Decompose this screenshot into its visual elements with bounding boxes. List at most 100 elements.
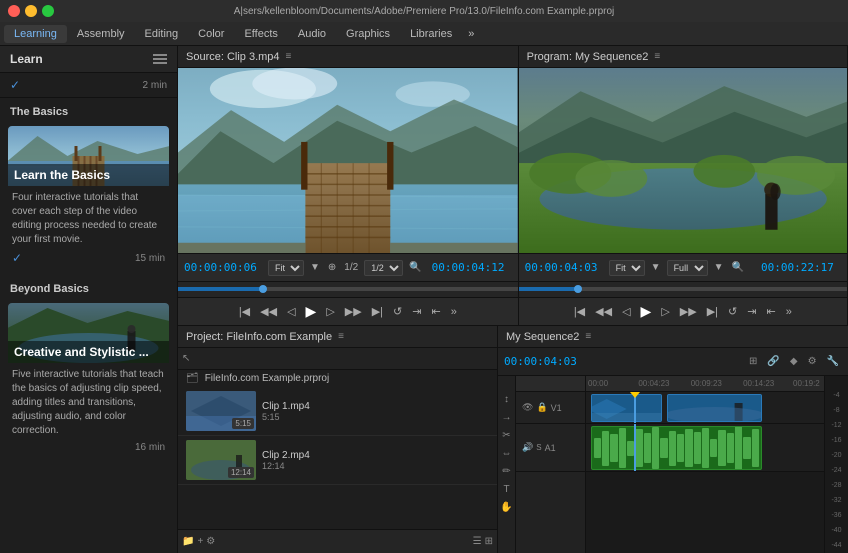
project-settings-icon[interactable]: ⚙ bbox=[206, 536, 215, 547]
select-tool-icon[interactable]: ↖ bbox=[182, 353, 190, 364]
learn-item-completed[interactable]: ✓ 2 min bbox=[0, 73, 177, 98]
program-more-icon[interactable]: » bbox=[783, 304, 795, 320]
timeline-menu-icon[interactable]: ≡ bbox=[585, 331, 591, 342]
source-step-back-icon[interactable]: |◀ bbox=[236, 303, 253, 320]
program-step-frame-fwd-icon[interactable]: ▷ bbox=[658, 303, 672, 320]
source-step-fwd-icon[interactable]: ▶| bbox=[369, 303, 386, 320]
maximize-button[interactable] bbox=[42, 5, 54, 17]
track-v1-eye-icon[interactable]: 👁 bbox=[522, 402, 533, 413]
source-step-frame-back-icon[interactable]: ◁ bbox=[284, 303, 298, 320]
source-panel-menu-icon[interactable]: ≡ bbox=[286, 51, 292, 62]
tab-editing[interactable]: Editing bbox=[135, 25, 189, 43]
tab-libraries[interactable]: Libraries bbox=[400, 25, 462, 43]
timeline-link-icon[interactable]: 🔗 bbox=[764, 355, 782, 368]
pen-icon[interactable]: ✏ bbox=[500, 464, 512, 479]
tab-color[interactable]: Color bbox=[188, 25, 234, 43]
program-step-fwd-icon[interactable]: ▶| bbox=[704, 303, 721, 320]
track-select-icon[interactable]: → bbox=[500, 410, 514, 425]
basics-card-footer: ✓ 15 min bbox=[8, 249, 169, 271]
db-minus28: -28 bbox=[831, 482, 841, 489]
source-mark-in-icon[interactable]: ⇥ bbox=[409, 303, 424, 320]
icon-view-icon[interactable]: ⊞ bbox=[485, 536, 493, 547]
tab-effects[interactable]: Effects bbox=[234, 25, 287, 43]
project-panel-header: Project: FileInfo.com Example ≡ bbox=[178, 326, 497, 348]
video-clip-1[interactable] bbox=[591, 394, 662, 422]
project-file-icon: 🗂 bbox=[186, 373, 199, 384]
source-scrubber-track[interactable] bbox=[178, 287, 518, 291]
program-quality-select[interactable]: Full bbox=[667, 260, 708, 276]
program-panel-menu-icon[interactable]: ≡ bbox=[654, 51, 660, 62]
creative-card[interactable]: Creative and Stylistic ... Five interact… bbox=[8, 303, 169, 459]
main-content: Learn ✓ 2 min The Basics bbox=[0, 46, 848, 553]
db-minus40: -40 bbox=[831, 527, 841, 534]
timeline-marker-icon[interactable]: ◆ bbox=[787, 355, 801, 368]
program-step-back-icon[interactable]: |◀ bbox=[571, 303, 588, 320]
program-loop-icon[interactable]: ↺ bbox=[725, 303, 740, 320]
source-play-button[interactable]: ▶ bbox=[303, 301, 320, 322]
new-bin-icon[interactable]: 📁 bbox=[182, 536, 194, 547]
timeline-tracks-area[interactable]: 00:00 00:04:23 00:09:23 00:14:23 00:19:2 bbox=[586, 376, 824, 553]
tab-assembly[interactable]: Assembly bbox=[67, 25, 135, 43]
source-more-icon[interactable]: » bbox=[448, 304, 460, 320]
program-timecode: 00:00:04:03 bbox=[525, 261, 605, 274]
clip-item-2[interactable]: 12:14 Clip 2.mp4 12:14 bbox=[178, 436, 497, 485]
program-mark-out-icon[interactable]: ⇤ bbox=[763, 303, 778, 320]
learn-menu-icon[interactable] bbox=[153, 54, 167, 64]
ruler-mark-3: 00:14:23 bbox=[743, 379, 774, 388]
tab-audio[interactable]: Audio bbox=[288, 25, 336, 43]
program-scrubber[interactable] bbox=[519, 281, 847, 297]
hand-tool-icon[interactable]: ✋ bbox=[498, 500, 514, 515]
more-tabs-button[interactable]: » bbox=[462, 25, 480, 43]
source-loop-icon[interactable]: ↺ bbox=[390, 303, 405, 320]
db-minus20: -20 bbox=[831, 452, 841, 459]
program-mark-in-icon[interactable]: ⇥ bbox=[744, 303, 759, 320]
learn-item-duration: 2 min bbox=[143, 80, 167, 91]
project-panel-menu-icon[interactable]: ≡ bbox=[338, 331, 344, 342]
source-fraction-select[interactable]: 1/2 bbox=[364, 260, 403, 276]
close-button[interactable] bbox=[8, 5, 20, 17]
source-playhead[interactable] bbox=[259, 285, 267, 293]
clip-1-thumbnail: 5:15 bbox=[186, 391, 256, 431]
timeline-wrench-icon[interactable]: 🔧 bbox=[824, 355, 842, 368]
source-video-preview bbox=[178, 68, 518, 253]
timeline-snap-icon[interactable]: ⊞ bbox=[746, 355, 760, 368]
tab-graphics[interactable]: Graphics bbox=[336, 25, 400, 43]
program-scrubber-track[interactable] bbox=[519, 287, 847, 291]
program-play-button[interactable]: ▶ bbox=[638, 301, 655, 322]
track-v1-lock-icon[interactable]: 🔒 bbox=[536, 402, 547, 413]
program-back-icon[interactable]: ◀◀ bbox=[592, 303, 615, 320]
track-a1-solo-icon[interactable]: S bbox=[536, 443, 541, 452]
text-tool-icon[interactable]: T bbox=[501, 482, 511, 497]
ripple-edit-icon[interactable]: ↕ bbox=[502, 392, 511, 407]
window-title: A|sers/kellenbloom/Documents/Adobe/Premi… bbox=[234, 6, 615, 17]
source-scrubber[interactable] bbox=[178, 281, 518, 297]
basics-card[interactable]: Learn the Basics Four interactive tutori… bbox=[8, 126, 169, 271]
razor-icon[interactable]: ✂ bbox=[500, 428, 512, 443]
audio-clip-1[interactable] bbox=[591, 426, 762, 470]
program-playhead[interactable] bbox=[574, 285, 582, 293]
window-controls[interactable] bbox=[8, 5, 54, 17]
source-fit-select[interactable]: Fit bbox=[268, 260, 304, 276]
clip-item-1[interactable]: 5:15 Clip 1.mp4 5:15 bbox=[178, 387, 497, 436]
tab-learning[interactable]: Learning bbox=[4, 25, 67, 43]
slip-icon[interactable]: ⇔ bbox=[500, 446, 514, 461]
timeline-settings-icon[interactable]: ⚙ bbox=[805, 355, 820, 368]
list-view-icon[interactable]: ☰ bbox=[473, 536, 482, 547]
source-step-frame-fwd-icon[interactable]: ▷ bbox=[323, 303, 337, 320]
source-add-icon[interactable]: ⊕ bbox=[326, 261, 338, 274]
project-file-name: FileInfo.com Example.prproj bbox=[205, 373, 330, 384]
track-row-a1[interactable] bbox=[586, 424, 824, 472]
minimize-button[interactable] bbox=[25, 5, 37, 17]
program-fwd-icon[interactable]: ▶▶ bbox=[677, 303, 700, 320]
source-back-icon[interactable]: ◀◀ bbox=[257, 303, 280, 320]
track-row-v1[interactable] bbox=[586, 392, 824, 424]
source-fwd-icon[interactable]: ▶▶ bbox=[342, 303, 365, 320]
ruler-mark-0: 00:00 bbox=[588, 379, 608, 388]
program-fit-select[interactable]: Fit bbox=[609, 260, 645, 276]
program-step-frame-back-icon[interactable]: ◁ bbox=[619, 303, 633, 320]
new-item-icon[interactable]: + bbox=[197, 536, 203, 547]
track-a1-mute-icon[interactable]: 🔊 bbox=[522, 442, 533, 453]
source-mark-out-icon[interactable]: ⇤ bbox=[428, 303, 443, 320]
menu-bar: Learning Assembly Editing Color Effects … bbox=[0, 22, 848, 46]
video-clip-2[interactable] bbox=[667, 394, 762, 422]
